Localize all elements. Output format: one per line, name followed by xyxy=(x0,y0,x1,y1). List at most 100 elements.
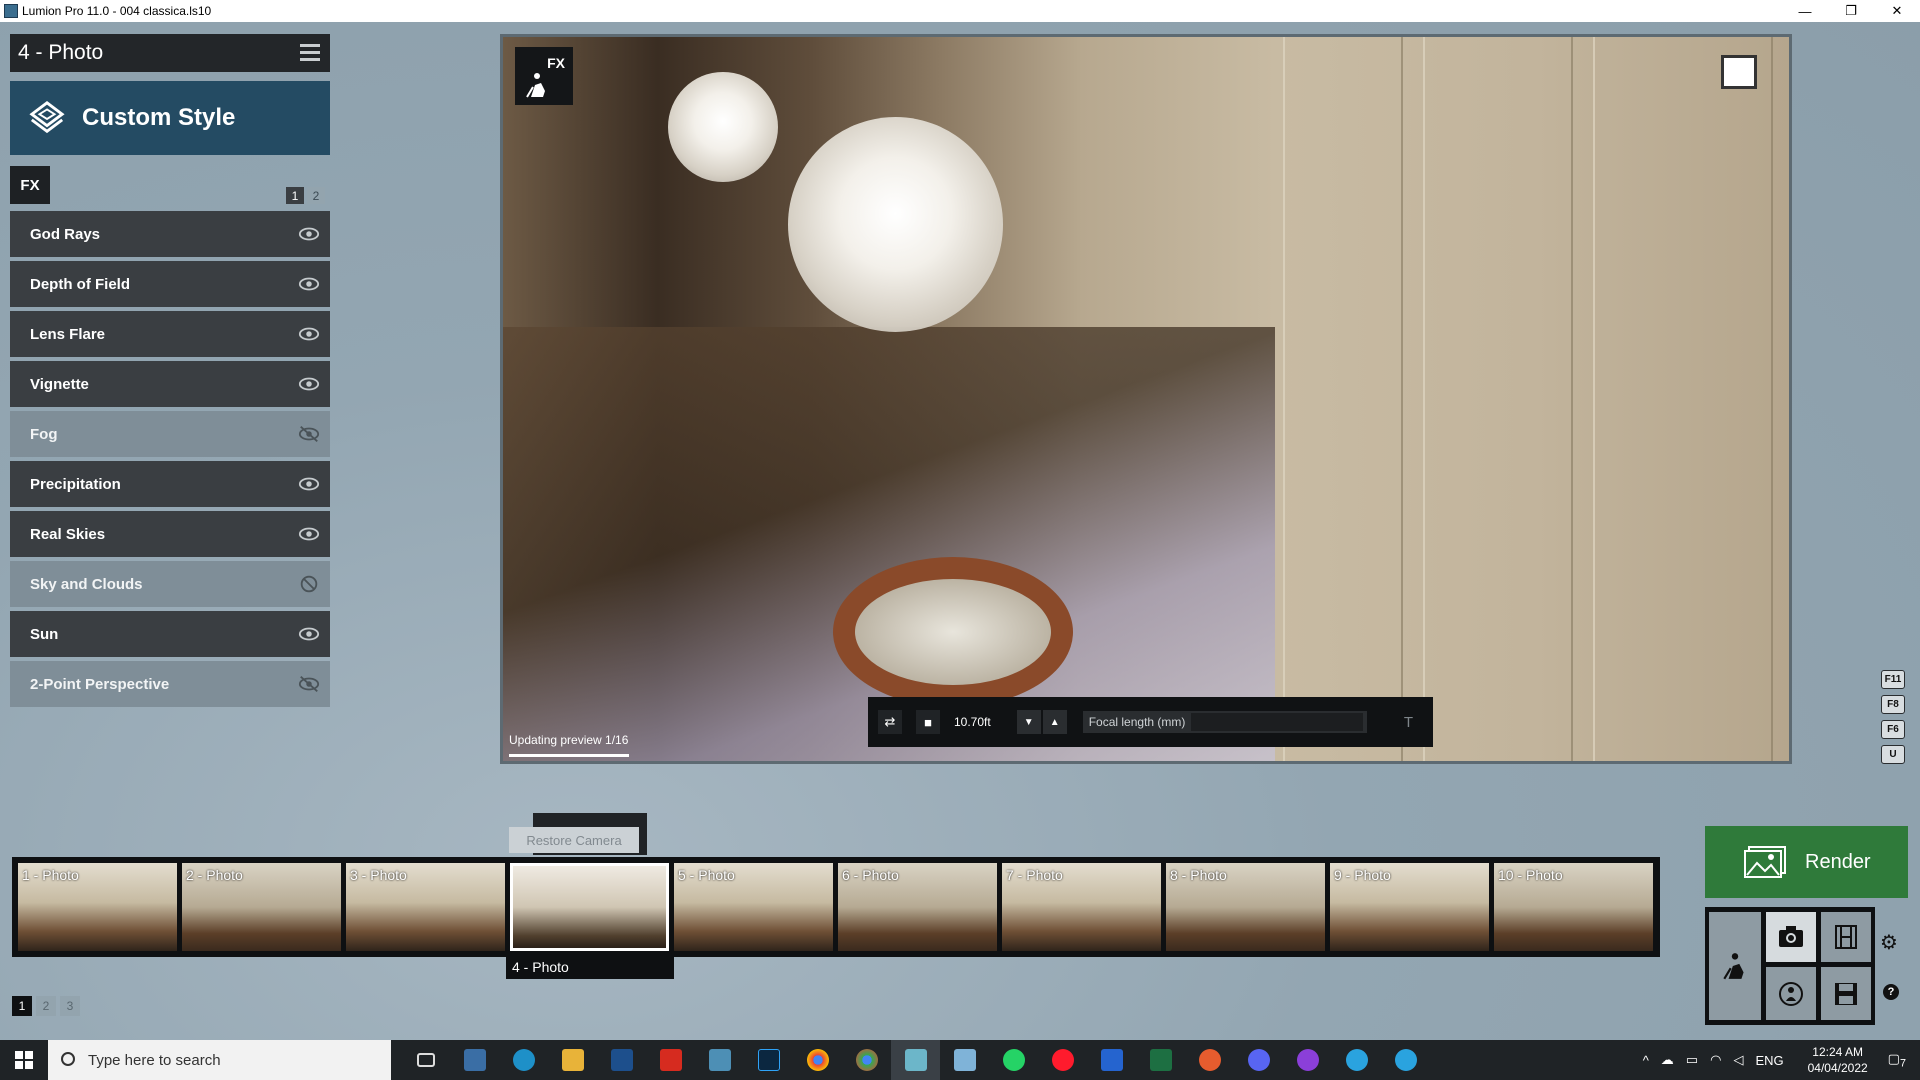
discord-icon[interactable] xyxy=(1234,1040,1283,1080)
focal-length-control[interactable]: Focal length (mm) xyxy=(1082,711,1367,733)
whatsapp-icon[interactable] xyxy=(989,1040,1038,1080)
snipping-tool-icon[interactable] xyxy=(695,1040,744,1080)
eye-off-icon[interactable] xyxy=(298,674,320,694)
photo-thumbnail[interactable]: 7 - Photo xyxy=(1002,863,1161,951)
swap-camera-button[interactable]: ⇄ xyxy=(878,710,902,734)
custom-style-button[interactable]: Custom Style xyxy=(10,81,330,155)
text-icon[interactable]: T xyxy=(1404,714,1413,731)
fx-page-1[interactable]: 1 xyxy=(286,187,304,204)
telegram-icon[interactable] xyxy=(1332,1040,1381,1080)
effect-god-rays[interactable]: God Rays xyxy=(10,211,330,257)
lumion-icon[interactable] xyxy=(891,1040,940,1080)
battery-icon[interactable]: ▭ xyxy=(1686,1052,1698,1068)
windows-logo-icon xyxy=(15,1051,33,1069)
photo-thumbnail[interactable]: 6 - Photo xyxy=(838,863,997,951)
eye-icon[interactable] xyxy=(298,524,320,544)
todo-icon[interactable] xyxy=(1087,1040,1136,1080)
taskbar-search-input[interactable]: Type here to search xyxy=(48,1040,391,1080)
chrome-icon[interactable] xyxy=(793,1040,842,1080)
scene-viewport[interactable]: FX Updating preview 1/16 ⇄ ■ 10.70ft ▼ ▲… xyxy=(500,34,1792,764)
chevron-up-icon[interactable]: ^ xyxy=(1643,1053,1649,1068)
floppy-disk-icon xyxy=(1835,982,1857,1005)
build-mode-button[interactable] xyxy=(1709,912,1761,1020)
thumbnail-label: 3 - Photo xyxy=(350,867,407,883)
photo-thumbnail[interactable]: 3 - Photo xyxy=(346,863,505,951)
key-f11[interactable]: F11 xyxy=(1881,670,1905,689)
eye-icon[interactable] xyxy=(298,224,320,244)
key-f6[interactable]: F6 xyxy=(1881,720,1905,739)
photo-thumbnail[interactable]: 5 - Photo xyxy=(674,863,833,951)
settings-gear-icon[interactable]: ⚙ xyxy=(1880,930,1898,955)
help-icon[interactable]: ? xyxy=(1883,984,1899,1000)
windows-start-button[interactable] xyxy=(0,1040,48,1080)
notepad-icon[interactable] xyxy=(940,1040,989,1080)
effect-depth-of-field[interactable]: Depth of Field xyxy=(10,261,330,307)
eye-icon[interactable] xyxy=(298,474,320,494)
effect-real-skies[interactable]: Real Skies xyxy=(10,511,330,557)
render-button[interactable]: Render xyxy=(1705,826,1908,898)
photo-mode-button[interactable] xyxy=(1766,912,1816,962)
fx-mode-badge[interactable]: FX xyxy=(515,47,573,105)
effect-sun[interactable]: Sun xyxy=(10,611,330,657)
minimize-button[interactable]: — xyxy=(1782,0,1828,22)
language-indicator[interactable]: ENG xyxy=(1755,1053,1783,1068)
photo-thumbnail-selected[interactable] xyxy=(510,863,669,951)
photo-thumbnail[interactable]: 9 - Photo xyxy=(1330,863,1489,951)
key-u[interactable]: U xyxy=(1881,745,1905,764)
photo-page-1[interactable]: 1 xyxy=(12,996,32,1016)
camera-icon-button[interactable]: ■ xyxy=(916,710,940,734)
effect-sky-and-clouds[interactable]: Sky and Clouds xyxy=(10,561,330,607)
photo-page-3[interactable]: 3 xyxy=(60,996,80,1016)
eye-icon[interactable] xyxy=(298,274,320,294)
hamburger-menu-icon[interactable] xyxy=(300,44,320,62)
volume-icon[interactable]: ◁ xyxy=(1733,1052,1743,1068)
restore-camera-button[interactable]: Restore Camera xyxy=(509,827,639,853)
save-button[interactable] xyxy=(1821,967,1871,1020)
restore-button[interactable]: ❐ xyxy=(1828,0,1874,22)
edge-icon[interactable] xyxy=(499,1040,548,1080)
fx-page-2[interactable]: 2 xyxy=(307,187,325,204)
effect-vignette[interactable]: Vignette xyxy=(10,361,330,407)
height-down-button[interactable]: ▼ xyxy=(1016,710,1041,734)
podcast-icon[interactable] xyxy=(1283,1040,1332,1080)
close-button[interactable]: ✕ xyxy=(1874,0,1920,22)
notification-center-icon[interactable]: ▢7 xyxy=(1888,1051,1906,1070)
effect-fog[interactable]: Fog xyxy=(10,411,330,457)
grammarly-icon[interactable] xyxy=(1185,1040,1234,1080)
calculator-icon[interactable] xyxy=(450,1040,499,1080)
viewport-size-toggle[interactable] xyxy=(1721,55,1757,89)
eye-icon[interactable] xyxy=(298,624,320,644)
height-up-button[interactable]: ▲ xyxy=(1042,710,1067,734)
focal-length-slider[interactable] xyxy=(1191,713,1364,731)
fx-tab[interactable]: FX xyxy=(10,166,50,204)
key-f8[interactable]: F8 xyxy=(1881,695,1905,714)
acrobat-icon[interactable] xyxy=(646,1040,695,1080)
thumbnail-label: 5 - Photo xyxy=(678,867,735,883)
photoshop-icon[interactable] xyxy=(744,1040,793,1080)
photo-thumbnail[interactable]: 1 - Photo xyxy=(18,863,177,951)
taskbar-clock[interactable]: 12:24 AM 04/04/2022 xyxy=(1808,1044,1868,1076)
file-explorer-icon[interactable] xyxy=(548,1040,597,1080)
disabled-icon[interactable] xyxy=(298,574,320,594)
eye-icon[interactable] xyxy=(298,324,320,344)
task-view-icon[interactable] xyxy=(401,1040,450,1080)
photo-thumbnail[interactable]: 10 - Photo xyxy=(1494,863,1653,951)
effect-2-point-perspective[interactable]: 2-Point Perspective xyxy=(10,661,330,707)
excel-icon[interactable] xyxy=(1136,1040,1185,1080)
360-panorama-button[interactable] xyxy=(1766,967,1816,1020)
photo-thumbnail[interactable]: 2 - Photo xyxy=(182,863,341,951)
photo-page-2[interactable]: 2 xyxy=(36,996,56,1016)
movie-mode-button[interactable] xyxy=(1821,912,1871,962)
eye-off-icon[interactable] xyxy=(298,424,320,444)
onedrive-icon[interactable]: ☁ xyxy=(1661,1052,1674,1068)
effect-lens-flare[interactable]: Lens Flare xyxy=(10,311,330,357)
sketchup-icon[interactable] xyxy=(597,1040,646,1080)
effect-precipitation[interactable]: Precipitation xyxy=(10,461,330,507)
wifi-icon[interactable]: ◠ xyxy=(1710,1052,1721,1068)
telegram-desktop-icon[interactable] xyxy=(1381,1040,1430,1080)
opera-icon[interactable] xyxy=(1038,1040,1087,1080)
eye-icon[interactable] xyxy=(298,374,320,394)
photo-thumbnail[interactable]: 8 - Photo xyxy=(1166,863,1325,951)
search-placeholder: Type here to search xyxy=(88,1051,221,1069)
chrome-profile-icon[interactable] xyxy=(842,1040,891,1080)
